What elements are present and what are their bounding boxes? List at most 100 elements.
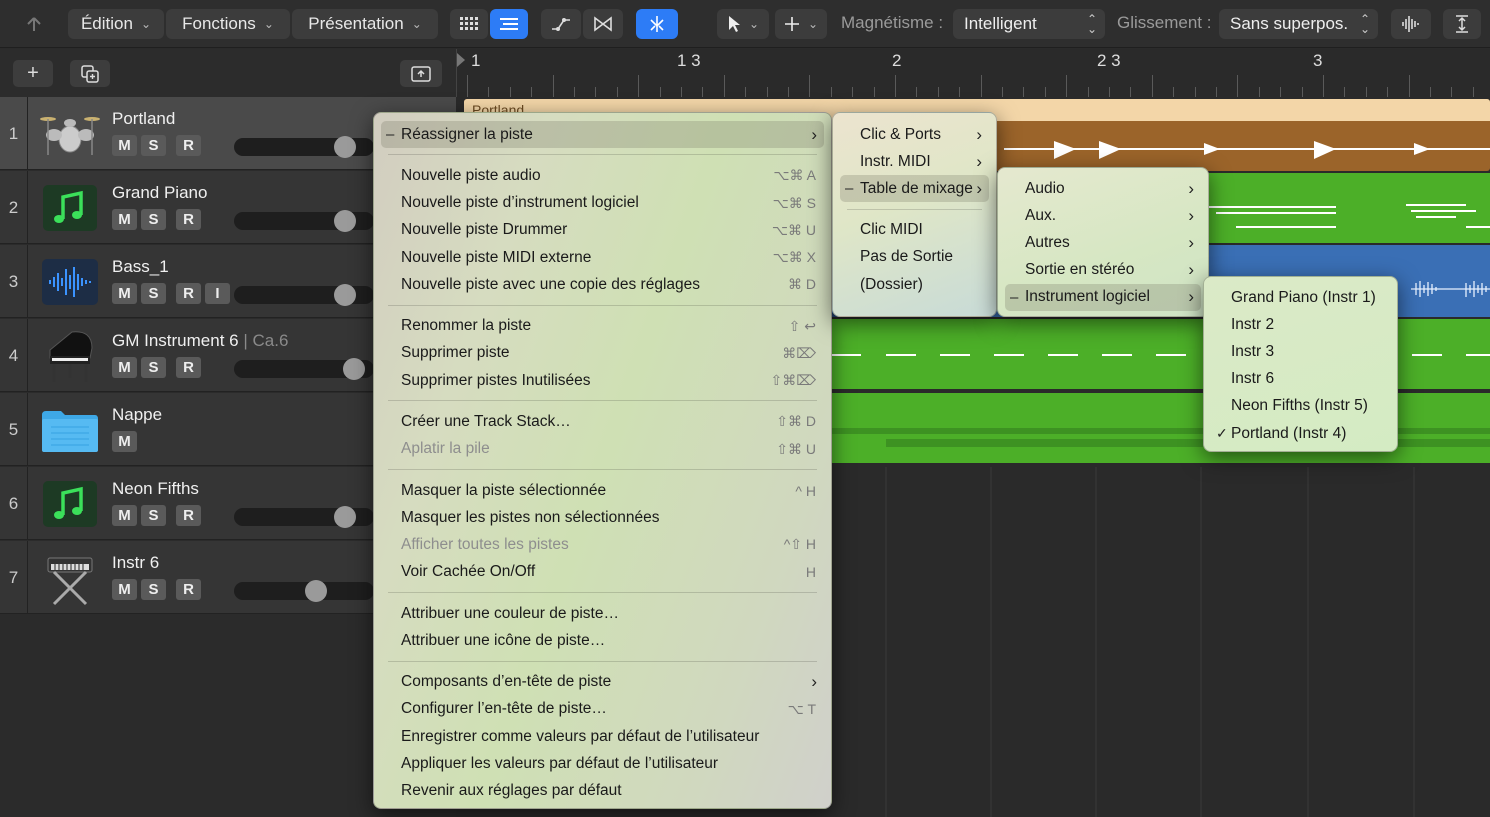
menu-item-nouvelle-piste-d-instrument-logiciel[interactable]: Nouvelle piste d’instrument logiciel ⌥⌘ S bbox=[381, 190, 824, 217]
menu-item-grand-piano-instr-1[interactable]: Grand Piano (Instr 1) bbox=[1211, 284, 1390, 311]
menu-item-dossier[interactable]: (Dossier) bbox=[840, 271, 989, 298]
record-button[interactable]: R bbox=[176, 579, 201, 600]
vertical-zoom-icon bbox=[1456, 15, 1468, 33]
menu-item-instr-6[interactable]: Instr 6 bbox=[1211, 366, 1390, 393]
record-button[interactable]: R bbox=[176, 135, 201, 156]
add-track-button[interactable]: + bbox=[13, 60, 53, 87]
menu-separator bbox=[847, 208, 982, 210]
menu-item-instr-2[interactable]: Instr 2 bbox=[1211, 311, 1390, 338]
mute-button[interactable]: M bbox=[112, 209, 137, 230]
volume-knob[interactable] bbox=[334, 136, 357, 158]
mute-button[interactable]: M bbox=[112, 505, 137, 526]
menu-item-composants-d-en-tete-de-piste[interactable]: Composants d’en-tête de piste › bbox=[381, 669, 824, 696]
record-button[interactable]: R bbox=[176, 357, 201, 378]
menu-edition[interactable]: Édition ⌄ bbox=[68, 9, 164, 39]
menu-item-neon-fifths-instr-5[interactable]: Neon Fifths (Instr 5) bbox=[1211, 393, 1390, 420]
solo-button[interactable]: S bbox=[141, 505, 166, 526]
ruler-tick bbox=[1173, 87, 1175, 97]
waveform-zoom-icon bbox=[1402, 16, 1419, 32]
vertical-zoom-button[interactable] bbox=[1443, 9, 1481, 39]
menu-fonctions[interactable]: Fonctions ⌄ bbox=[166, 9, 290, 39]
mute-button[interactable]: M bbox=[112, 431, 137, 452]
volume-slider[interactable] bbox=[234, 358, 374, 380]
menu-item-attribuer-une-icone-de-piste[interactable]: Attribuer une icône de piste… bbox=[381, 627, 824, 654]
volume-slider[interactable] bbox=[234, 580, 374, 602]
menu-item-aux[interactable]: Aux. › bbox=[1005, 202, 1201, 229]
ruler-tick bbox=[1002, 87, 1003, 97]
track-buttons: M S R bbox=[112, 135, 201, 156]
menu-separator bbox=[388, 400, 817, 402]
timeline-ruler[interactable]: 1 1 3 2 2 3 3 bbox=[456, 49, 1490, 97]
duplicate-track-button[interactable] bbox=[70, 60, 110, 87]
pointer-tool-button[interactable]: ⌄ bbox=[717, 9, 769, 39]
list-view-button[interactable] bbox=[490, 9, 528, 39]
track-name-text: Bass_1 bbox=[112, 257, 169, 276]
menu-item-reassigner-la-piste[interactable]: – Réassigner la piste › bbox=[381, 121, 824, 148]
mute-button[interactable]: M bbox=[112, 357, 137, 378]
menu-item-instr-midi[interactable]: Instr. MIDI › bbox=[840, 148, 989, 175]
track-buttons: M S R bbox=[112, 505, 201, 526]
volume-knob[interactable] bbox=[334, 210, 357, 232]
menu-item-attribuer-une-couleur-de-piste[interactable]: Attribuer une couleur de piste… bbox=[381, 600, 824, 627]
menu-item-supprimer-pistes-inutilisees[interactable]: Supprimer pistes Inutilisées ⇧⌘⌦ bbox=[381, 367, 824, 394]
menu-item-voir-cachee-on-off[interactable]: Voir Cachée On/Off H bbox=[381, 559, 824, 586]
volume-slider[interactable] bbox=[234, 284, 374, 306]
solo-button[interactable]: S bbox=[141, 135, 166, 156]
mute-button[interactable]: M bbox=[112, 579, 137, 600]
collapse-button[interactable] bbox=[400, 60, 442, 87]
solo-button[interactable]: S bbox=[141, 357, 166, 378]
menu-item-nouvelle-piste-drummer[interactable]: Nouvelle piste Drummer ⌥⌘ U bbox=[381, 217, 824, 244]
menu-item-instr-3[interactable]: Instr 3 bbox=[1211, 338, 1390, 365]
waveform-zoom-button[interactable] bbox=[1391, 9, 1431, 39]
volume-knob[interactable] bbox=[304, 580, 327, 602]
menu-shortcut: ⌘ D bbox=[788, 276, 816, 293]
back-arrow-icon[interactable] bbox=[14, 9, 54, 39]
menu-item-creer-une-track-stack[interactable]: Créer une Track Stack… ⇧⌘ D bbox=[381, 408, 824, 435]
menu-item-instrument-logiciel[interactable]: – Instrument logiciel › bbox=[1005, 283, 1201, 311]
mute-button[interactable]: M bbox=[112, 135, 137, 156]
snap-select[interactable]: Intelligent ⌃ ⌄ bbox=[953, 9, 1105, 39]
menu-item-audio[interactable]: Audio › bbox=[1005, 175, 1201, 202]
flex-button[interactable] bbox=[583, 9, 623, 39]
record-button[interactable]: R bbox=[176, 283, 201, 304]
drag-select[interactable]: Sans superpos. ⌃ ⌄ bbox=[1219, 9, 1378, 39]
chevron-down-icon: ⌄ bbox=[748, 17, 760, 31]
menu-item-revenir-aux-reglages-par-defaut[interactable]: Revenir aux réglages par défaut bbox=[381, 777, 824, 804]
solo-button[interactable]: S bbox=[141, 209, 166, 230]
solo-button[interactable]: S bbox=[141, 283, 166, 304]
menu-item-appliquer-les-valeurs-par-defaut-de-l-utilisateur[interactable]: Appliquer les valeurs par défaut de l’ut… bbox=[381, 750, 824, 777]
menu-item-configurer-l-en-tete-de-piste[interactable]: Configurer l’en-tête de piste… ⌥ T bbox=[381, 696, 824, 723]
volume-knob[interactable] bbox=[334, 284, 357, 306]
menu-item-sortie-en-stereo[interactable]: Sortie en stéréo › bbox=[1005, 257, 1201, 284]
menu-item-enregistrer-comme-valeurs-par-defaut-de-l-utilisateur[interactable]: Enregistrer comme valeurs par défaut de … bbox=[381, 723, 824, 750]
menu-item-table-de-mixage[interactable]: – Table de mixage › bbox=[840, 175, 989, 203]
ruler-tick bbox=[980, 75, 982, 97]
menu-item-clic-ports[interactable]: Clic & Ports › bbox=[840, 121, 989, 148]
volume-slider[interactable] bbox=[234, 506, 374, 528]
menu-item-clic-midi[interactable]: Clic MIDI bbox=[840, 217, 989, 244]
menu-item-nouvelle-piste-midi-externe[interactable]: Nouvelle piste MIDI externe ⌥⌘ X bbox=[381, 244, 824, 271]
menu-item-nouvelle-piste-avec-une-copie-des-reglages[interactable]: Nouvelle piste avec une copie des réglag… bbox=[381, 271, 824, 298]
record-button[interactable]: R bbox=[176, 505, 201, 526]
grid-view-button[interactable] bbox=[450, 9, 488, 39]
mute-button[interactable]: M bbox=[112, 283, 137, 304]
solo-button[interactable]: S bbox=[141, 579, 166, 600]
secondary-tool-button[interactable]: ⌄ bbox=[775, 9, 827, 39]
volume-slider[interactable] bbox=[234, 210, 374, 232]
menu-item-pas-de-sortie[interactable]: Pas de Sortie bbox=[840, 244, 989, 271]
menu-item-masquer-la-piste-selectionnee[interactable]: Masquer la piste sélectionnée ^ H bbox=[381, 477, 824, 504]
menu-presentation[interactable]: Présentation ⌄ bbox=[292, 9, 438, 39]
input-monitor-button[interactable]: I bbox=[205, 283, 230, 304]
menu-item-nouvelle-piste-audio[interactable]: Nouvelle piste audio ⌥⌘ A bbox=[381, 162, 824, 189]
menu-item-renommer-la-piste[interactable]: Renommer la piste ⇧ ↩ bbox=[381, 313, 824, 340]
menu-item-supprimer-piste[interactable]: Supprimer piste ⌘⌦ bbox=[381, 340, 824, 367]
volume-knob[interactable] bbox=[342, 358, 365, 380]
record-button[interactable]: R bbox=[176, 209, 201, 230]
automation-button[interactable] bbox=[541, 9, 581, 39]
menu-item-masquer-les-pistes-non-selectionnees[interactable]: Masquer les pistes non sélectionnées bbox=[381, 504, 824, 531]
volume-knob[interactable] bbox=[334, 506, 357, 528]
catch-button[interactable] bbox=[636, 9, 678, 39]
menu-item-autres[interactable]: Autres › bbox=[1005, 229, 1201, 256]
menu-item-portland-instr-4[interactable]: ✓ Portland (Instr 4) bbox=[1211, 420, 1390, 447]
volume-slider[interactable] bbox=[234, 136, 374, 158]
